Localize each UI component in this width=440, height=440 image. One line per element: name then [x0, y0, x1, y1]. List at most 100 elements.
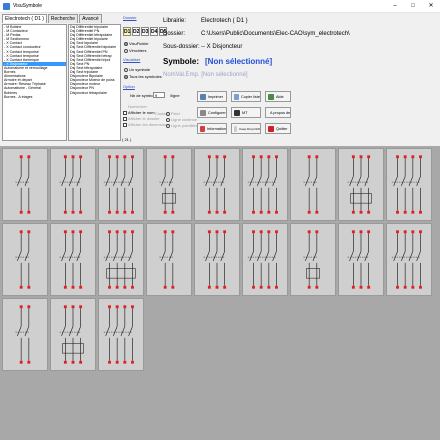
information-icon — [200, 125, 205, 132]
symbol-thumbnail[interactable] — [290, 223, 336, 296]
aide-button[interactable]: Aide — [265, 91, 291, 102]
symbol-count: ( 21 ) — [122, 137, 132, 142]
symbol-thumbnail[interactable] — [194, 223, 240, 296]
category-list[interactable]: - M Bobine - M Contacteur - M Pedas - M Sec… — [2, 24, 67, 141]
radio-icon — [124, 48, 128, 53]
checkbox-icon — [123, 122, 127, 127]
check-afficher-dimensions[interactable]: Afficher les dimensions — [123, 122, 169, 127]
pied-pixel[interactable]: Pixel — [166, 111, 180, 116]
copy-icon — [234, 93, 239, 100]
sousdossier-row: Sous-dossier: -- X Disjoncteur — [163, 44, 243, 50]
disjoncteur-symbol-icon — [203, 230, 227, 289]
dir-button-d2[interactable]: D2 — [132, 27, 140, 36]
symbol-thumbnail[interactable] — [242, 223, 288, 296]
radio-icon — [166, 123, 170, 128]
symbol-thumbnail[interactable] — [146, 223, 192, 296]
disjoncteur-symbol-icon — [103, 305, 134, 364]
symbol-thumbnail[interactable] — [2, 223, 48, 296]
disjoncteur-symbol-icon — [303, 155, 319, 214]
copier-button[interactable]: Copier liste — [231, 91, 261, 102]
maximize-icon[interactable]: □ — [404, 0, 422, 13]
disjoncteur-symbol-icon — [247, 230, 278, 289]
symbol-file-list[interactable]: Dsj Différentiel tripolaire Dsj Différent… — [68, 24, 121, 141]
vue-option-vimchiers[interactable]: Vimchiers — [124, 48, 147, 53]
visu-option-tous[interactable]: Tous les symboles — [124, 74, 162, 79]
check-afficher-dossier[interactable]: Afficher le dossier — [123, 116, 160, 121]
symbol-thumbnail[interactable] — [98, 298, 144, 371]
disjoncteur-symbol-icon — [391, 230, 422, 289]
a-propos-button[interactable]: A propos de — [265, 107, 291, 118]
disjoncteur-symbol-icon — [347, 155, 372, 214]
disjoncteur-symbol-icon — [347, 230, 371, 289]
radio-icon — [166, 111, 170, 116]
symbol-thumbnail[interactable] — [338, 148, 384, 221]
symbol-thumbnail[interactable] — [194, 148, 240, 221]
disjoncteur-symbol-icon — [59, 155, 83, 214]
symbol-file-item[interactable]: Dsj Sect Différentiel bipolaire — [69, 45, 120, 49]
app-icon — [3, 2, 10, 10]
pied-ligne-pointillee[interactable]: Ligne pointillée — [166, 123, 198, 128]
radio-icon — [124, 41, 128, 46]
disjoncteur-symbol-icon — [15, 230, 31, 289]
visu-option-un[interactable]: Un symbole — [124, 67, 150, 72]
symbol-thumbnail[interactable] — [338, 223, 384, 296]
nb-symbole-input[interactable]: 9 — [153, 92, 165, 98]
symbole-row: Symbole: [Non sélectionné] — [163, 57, 273, 66]
vue-option-fichier[interactable]: VisuFichier — [124, 41, 149, 46]
librairie-row: Librairie: Electrotech ( D1 ) — [163, 18, 248, 24]
nomval-text: NomVal.Emp. [Non sélectionné] — [163, 72, 248, 78]
dir-button-d1[interactable]: D1 — [123, 27, 131, 36]
symbol-thumbnail[interactable] — [50, 298, 96, 371]
checkbox-icon — [123, 110, 127, 115]
minimize-icon[interactable]: – — [386, 0, 404, 13]
tab-electrotech[interactable]: Electrotech ( D1 ) — [2, 14, 47, 23]
mt-icon — [234, 109, 240, 116]
checkbox-icon — [234, 125, 238, 132]
symbol-thumbnail[interactable] — [242, 148, 288, 221]
symbol-thumbnail[interactable] — [50, 223, 96, 296]
disjoncteur-symbol-icon — [159, 155, 176, 214]
symbol-thumbnail[interactable] — [386, 223, 432, 296]
dir-button-d4[interactable]: D4 — [150, 27, 158, 36]
symbol-file-item[interactable]: Disjoncteur tétrapolaire — [69, 91, 120, 95]
option-group-label: Option — [123, 84, 135, 89]
tab-recherche[interactable]: Recherche — [47, 14, 79, 23]
dossier-row: Dossier: C:\Users\Public\Documents\Elec-C… — [163, 31, 350, 37]
librairie-value: Electrotech ( D1 ) — [201, 18, 248, 24]
information-button[interactable]: Information — [197, 123, 227, 134]
mt-button[interactable]: MT — [231, 107, 261, 118]
tab-avance[interactable]: Avancé — [79, 14, 102, 23]
symbol-thumbnail[interactable] — [386, 148, 432, 221]
imprimer-button[interactable]: Imprimer — [197, 91, 227, 102]
category-list-item[interactable]: Bornes - A étages — [3, 95, 66, 99]
window-controls: – □ ✕ — [386, 0, 440, 13]
symbol-thumbnail[interactable] — [146, 148, 192, 221]
keep-drop-button[interactable]: Keep Drop Drift — [231, 123, 261, 134]
dir-button-d3[interactable]: D3 — [141, 27, 149, 36]
radio-icon — [124, 67, 128, 72]
printer-icon — [200, 93, 206, 100]
configurer-button[interactable]: Configurer — [197, 107, 227, 118]
pied-ligne-continue[interactable]: Ligne continue — [166, 117, 197, 122]
close-icon[interactable]: ✕ — [422, 0, 440, 13]
title-bar: VisuSymbole – □ ✕ — [0, 0, 440, 13]
symbol-thumbnail[interactable] — [50, 148, 96, 221]
symbol-thumbnail[interactable] — [290, 148, 336, 221]
quitter-button[interactable]: Quitter — [265, 123, 291, 134]
symbol-thumbnail[interactable] — [2, 298, 48, 371]
symbol-thumbnail[interactable] — [98, 148, 144, 221]
checkbox-icon — [123, 116, 127, 121]
disjoncteur-symbol-icon — [203, 155, 227, 214]
ligne-label: /ligne — [170, 93, 180, 98]
disjoncteur-symbol-icon — [303, 230, 320, 289]
disjoncteur-symbol-icon — [59, 230, 83, 289]
disjoncteur-symbol-icon — [15, 305, 31, 364]
gear-icon — [200, 109, 206, 116]
disjoncteur-symbol-icon — [15, 155, 31, 214]
symbol-thumbnail[interactable] — [98, 223, 144, 296]
disjoncteur-symbol-icon — [103, 230, 136, 289]
help-icon — [268, 93, 274, 100]
disjoncteur-symbol-icon — [103, 155, 134, 214]
check-afficher-nom[interactable]: Afficher le nom — [123, 110, 155, 115]
symbol-thumbnail[interactable] — [2, 148, 48, 221]
